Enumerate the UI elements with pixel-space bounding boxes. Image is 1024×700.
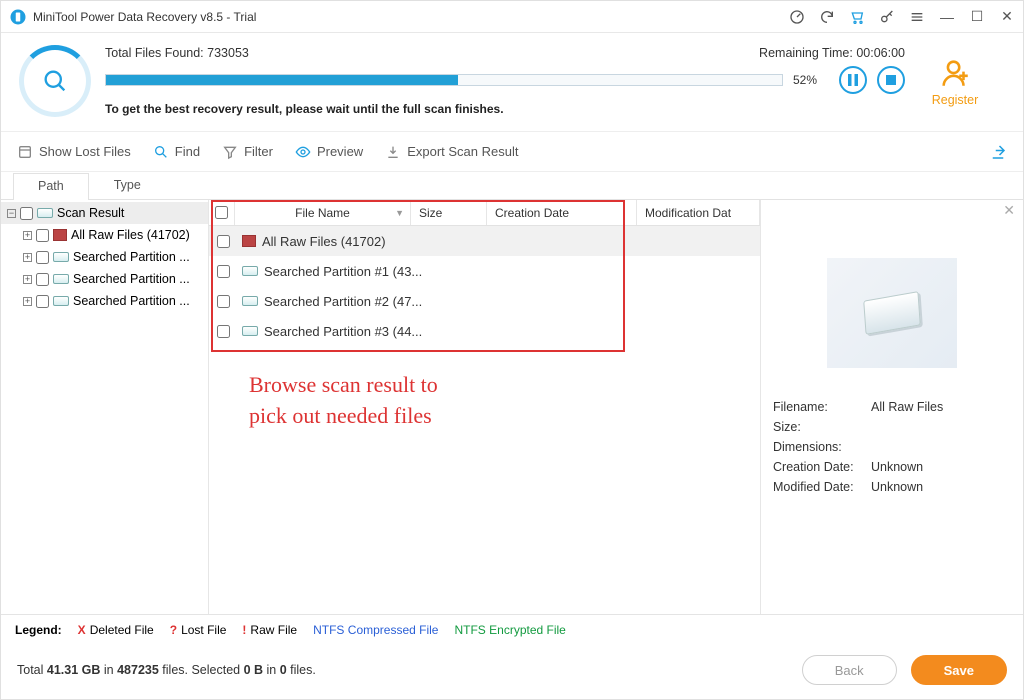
drive-icon	[242, 296, 258, 306]
drive-icon	[242, 326, 258, 336]
list-item[interactable]: Searched Partition #1 (43...	[209, 256, 760, 286]
maximize-button[interactable]: ☐	[969, 9, 985, 25]
footer: Total 41.31 GB in 487235 files. Selected…	[1, 645, 1023, 699]
preview-modified-date: Unknown	[871, 480, 923, 494]
scan-spinner	[19, 45, 91, 117]
expand-icon[interactable]: +	[23, 275, 32, 284]
register-button[interactable]: Register	[905, 56, 1005, 107]
legend-lost: ?Lost File	[170, 623, 227, 637]
progress-percent: 52%	[793, 73, 829, 87]
find-button[interactable]: Find	[153, 144, 200, 160]
expand-icon[interactable]: +	[23, 231, 32, 240]
legend-ntfs-compressed: NTFS Compressed File	[313, 623, 438, 637]
minimize-button[interactable]: —	[939, 9, 955, 25]
app-icon	[9, 8, 27, 26]
preview-pane: ✕ Filename:All Raw Files Size: Dimension…	[761, 200, 1023, 614]
total-files-value: 733053	[207, 46, 249, 60]
scan-panel: Total Files Found: 733053 Remaining Time…	[1, 33, 1023, 132]
expand-icon[interactable]: +	[23, 253, 32, 262]
list-item[interactable]: All Raw Files (41702)	[209, 226, 760, 256]
drive-icon	[37, 208, 53, 218]
close-preview-icon[interactable]: ✕	[1003, 202, 1015, 219]
file-list-pane: File Name▼ Size Creation Date Modificati…	[209, 200, 761, 614]
column-creation-date[interactable]: Creation Date	[487, 200, 637, 225]
legend-title: Legend:	[15, 623, 62, 637]
column-file-name[interactable]: File Name▼	[235, 200, 411, 225]
window-title: MiniTool Power Data Recovery v8.5 - Tria…	[33, 10, 789, 24]
save-button[interactable]: Save	[911, 655, 1007, 685]
tab-type[interactable]: Type	[89, 172, 166, 199]
stop-button[interactable]	[877, 66, 905, 94]
share-icon[interactable]	[989, 143, 1007, 161]
total-files-label: Total Files Found:	[105, 46, 204, 60]
gauge-icon[interactable]	[789, 9, 805, 25]
tabs: Path Type	[1, 172, 1023, 200]
legend-bar: Legend: XDeleted File ?Lost File !Raw Fi…	[1, 614, 1023, 645]
tree-item[interactable]: +Searched Partition ...	[1, 246, 208, 268]
remaining-time-value: 00:06:00	[856, 46, 905, 60]
sort-desc-icon: ▼	[395, 208, 404, 218]
key-icon[interactable]	[879, 9, 895, 25]
preview-filename: All Raw Files	[871, 400, 943, 414]
annotation-text: Browse scan result to pick out needed fi…	[249, 370, 438, 432]
cart-icon[interactable]	[849, 9, 865, 25]
drive-icon	[242, 266, 258, 276]
refresh-icon[interactable]	[819, 9, 835, 25]
selection-summary: Total 41.31 GB in 487235 files. Selected…	[17, 663, 802, 677]
export-scan-result-button[interactable]: Export Scan Result	[385, 144, 518, 160]
tree-item[interactable]: +Searched Partition ...	[1, 290, 208, 312]
drive-icon	[53, 274, 69, 284]
back-button[interactable]: Back	[802, 655, 897, 685]
remaining-time-label: Remaining Time:	[759, 46, 853, 60]
progress-bar	[105, 74, 783, 86]
tree-pane: − Scan Result +All Raw Files (41702) +Se…	[1, 200, 209, 614]
tree-root[interactable]: − Scan Result	[1, 202, 208, 224]
drive-icon	[53, 296, 69, 306]
legend-raw: !Raw File	[242, 623, 297, 637]
preview-creation-date: Unknown	[871, 460, 923, 474]
show-lost-files-button[interactable]: Show Lost Files	[17, 144, 131, 160]
column-headers: File Name▼ Size Creation Date Modificati…	[209, 200, 760, 226]
close-button[interactable]: ✕	[999, 9, 1015, 25]
legend-deleted: XDeleted File	[78, 623, 154, 637]
legend-ntfs-encrypted: NTFS Encrypted File	[454, 623, 565, 637]
expand-icon[interactable]: +	[23, 297, 32, 306]
titlebar: MiniTool Power Data Recovery v8.5 - Tria…	[1, 1, 1023, 33]
filter-button[interactable]: Filter	[222, 144, 273, 160]
action-toolbar: Show Lost Files Find Filter Preview Expo…	[1, 132, 1023, 172]
tree-item[interactable]: +Searched Partition ...	[1, 268, 208, 290]
scan-note: To get the best recovery result, please …	[105, 102, 905, 116]
list-item[interactable]: Searched Partition #3 (44...	[209, 316, 760, 346]
drive-icon	[53, 252, 69, 262]
tree-item[interactable]: +All Raw Files (41702)	[1, 224, 208, 246]
list-item[interactable]: Searched Partition #2 (47...	[209, 286, 760, 316]
raw-icon	[53, 229, 67, 241]
collapse-icon[interactable]: −	[7, 209, 16, 218]
menu-icon[interactable]	[909, 9, 925, 25]
preview-button[interactable]: Preview	[295, 144, 363, 160]
column-modification-date[interactable]: Modification Dat	[637, 200, 760, 225]
pause-button[interactable]	[839, 66, 867, 94]
tab-path[interactable]: Path	[13, 173, 89, 200]
raw-icon	[242, 235, 256, 247]
select-all-checkbox[interactable]	[215, 206, 228, 219]
preview-thumbnail	[827, 258, 957, 368]
tree-root-checkbox[interactable]	[20, 207, 33, 220]
column-size[interactable]: Size	[411, 200, 487, 225]
